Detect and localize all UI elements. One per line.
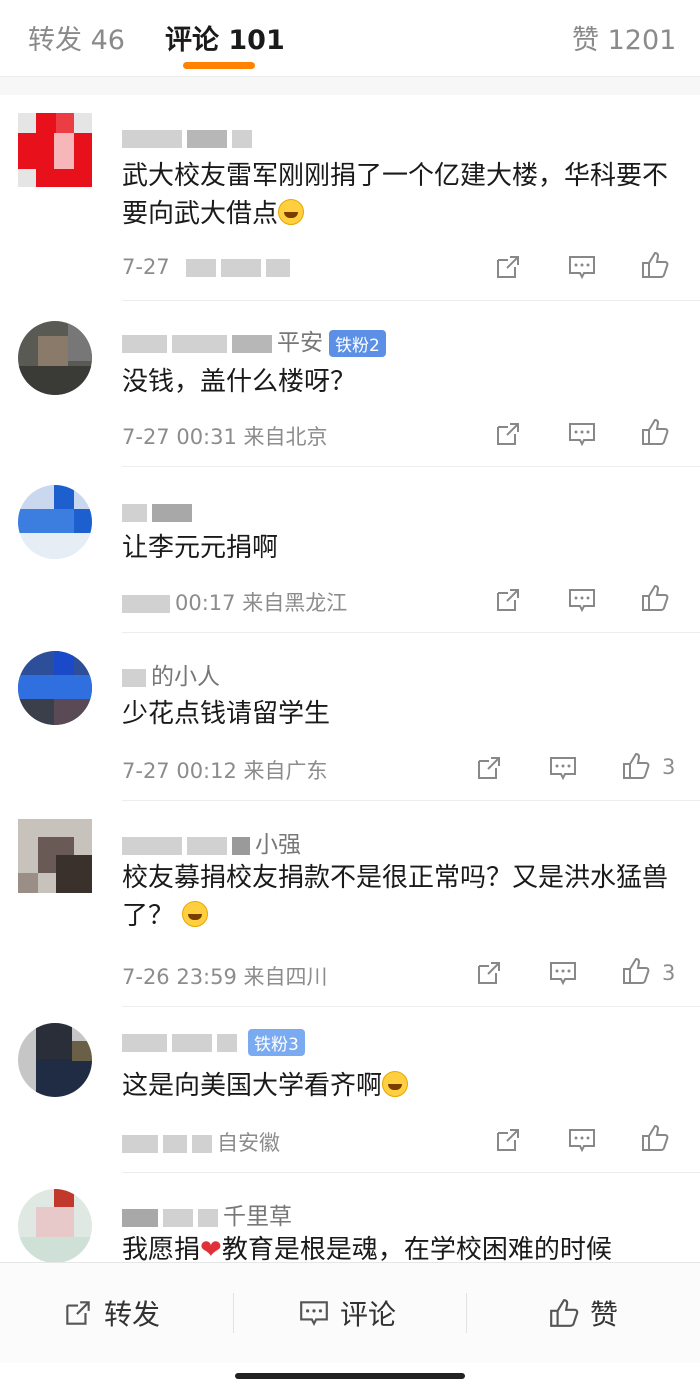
laugh-cry-emoji (382, 1071, 409, 1097)
like-icon[interactable] (621, 956, 651, 986)
username[interactable]: 小强 (122, 825, 301, 859)
avatar[interactable] (18, 651, 92, 725)
comment-item: 千里草 我愿捐❤教育是根是魂，在学校困难的时候 (0, 1173, 700, 1265)
laugh-cry-emoji (278, 199, 305, 225)
comment-text: 这是向美国大学看齐啊 (122, 1067, 682, 1105)
comment-icon[interactable] (548, 753, 578, 783)
share-icon[interactable] (474, 753, 504, 783)
section-gap (0, 77, 700, 95)
like-icon[interactable] (640, 417, 670, 447)
avatar[interactable] (18, 1023, 92, 1097)
avatar[interactable] (18, 485, 92, 559)
comment-item: 武大校友雷军刚刚捐了一个亿建大楼，华科要不要向武大借点 7-27 (0, 95, 700, 305)
share-icon[interactable] (493, 252, 523, 282)
comment-meta: 7-27 (122, 255, 295, 279)
comment-tabs: 转发 46 评论 101 赞 1201 (0, 0, 700, 76)
comment-icon[interactable] (567, 419, 597, 449)
comment-meta: 7-27 00:12 来自广东 (122, 759, 328, 783)
comment-icon[interactable] (548, 958, 578, 988)
comment-icon[interactable] (567, 1125, 597, 1155)
home-indicator[interactable] (235, 1373, 465, 1379)
share-icon[interactable] (493, 419, 523, 449)
bottom-action-bar: 转发 评论 赞 (0, 1262, 700, 1363)
tab-comments[interactable]: 评论 101 (165, 18, 285, 57)
repost-label: 转发 (104, 1298, 161, 1331)
comment-meta: 00:17 来自黑龙江 (122, 587, 347, 617)
share-icon (62, 1297, 94, 1329)
comment-text: 少花点钱请留学生 (122, 699, 331, 729)
comment-item: 小强 校友募捐校友捐款不是很正常吗？又是洪水猛兽了？ 7-26 23:59 来自… (0, 801, 700, 1006)
like-label: 赞 (590, 1298, 619, 1331)
comment-label: 评论 (340, 1298, 397, 1331)
like-count: 3 (662, 755, 676, 779)
comment-item: 的小人 少花点钱请留学生 7-27 00:12 来自广东 3 (0, 633, 700, 798)
like-icon[interactable] (640, 250, 670, 280)
heart-emoji: ❤ (200, 1235, 222, 1265)
active-tab-indicator (183, 62, 255, 69)
fan-badge: 铁粉3 (248, 1029, 305, 1056)
like-icon[interactable] (640, 583, 670, 613)
like-icon[interactable] (640, 1123, 670, 1153)
tab-repost[interactable]: 转发 46 (28, 18, 125, 57)
comment-text: 让李元元捐啊 (122, 533, 279, 563)
comment-item: 铁粉3 这是向美国大学看齐啊 自安徽 (0, 1007, 700, 1172)
avatar[interactable] (18, 1189, 92, 1263)
avatar[interactable] (18, 819, 92, 893)
username[interactable]: 千里草 (122, 1197, 292, 1231)
tab-likes[interactable]: 赞 1201 (572, 18, 676, 57)
laugh-cry-emoji (182, 901, 209, 927)
fan-badge: 铁粉2 (329, 330, 386, 357)
comment-meta: 7-27 00:31 来自北京 (122, 425, 328, 449)
repost-button[interactable]: 转发 (62, 1293, 160, 1333)
comment-text: 校友募捐校友捐款不是很正常吗？又是洪水猛兽了？ (122, 863, 669, 931)
username[interactable] (122, 125, 257, 151)
username[interactable]: 铁粉3 (122, 1029, 305, 1056)
divider (233, 1293, 234, 1333)
share-icon[interactable] (493, 585, 523, 615)
comment-icon (298, 1297, 330, 1329)
like-button[interactable]: 赞 (548, 1293, 618, 1333)
comment-meta: 自安徽 (122, 1127, 280, 1157)
comment-text: 武大校友雷军刚刚捐了一个亿建大楼，华科要不要向武大借点 (122, 161, 669, 229)
comment-icon[interactable] (567, 252, 597, 282)
share-icon[interactable] (493, 1125, 523, 1155)
username[interactable]: 的小人 (122, 657, 220, 691)
comment-button[interactable]: 评论 (298, 1293, 396, 1333)
comment-item: 让李元元捐啊 00:17 来自黑龙江 (0, 467, 700, 632)
comment-icon[interactable] (567, 585, 597, 615)
comment-text: 没钱，盖什么楼呀？ (122, 367, 357, 397)
avatar[interactable] (18, 321, 92, 395)
divider (466, 1293, 467, 1333)
avatar[interactable] (18, 113, 92, 187)
comment-meta: 7-26 23:59 来自四川 (122, 965, 328, 989)
comment-item: 平安 铁粉2 没钱，盖什么楼呀？ 7-27 00:31 来自北京 (0, 301, 700, 466)
like-icon[interactable] (621, 751, 651, 781)
like-icon (548, 1297, 580, 1329)
username[interactable] (122, 499, 197, 525)
share-icon[interactable] (474, 958, 504, 988)
username[interactable]: 平安 铁粉2 (122, 323, 386, 357)
like-count: 3 (662, 961, 676, 985)
